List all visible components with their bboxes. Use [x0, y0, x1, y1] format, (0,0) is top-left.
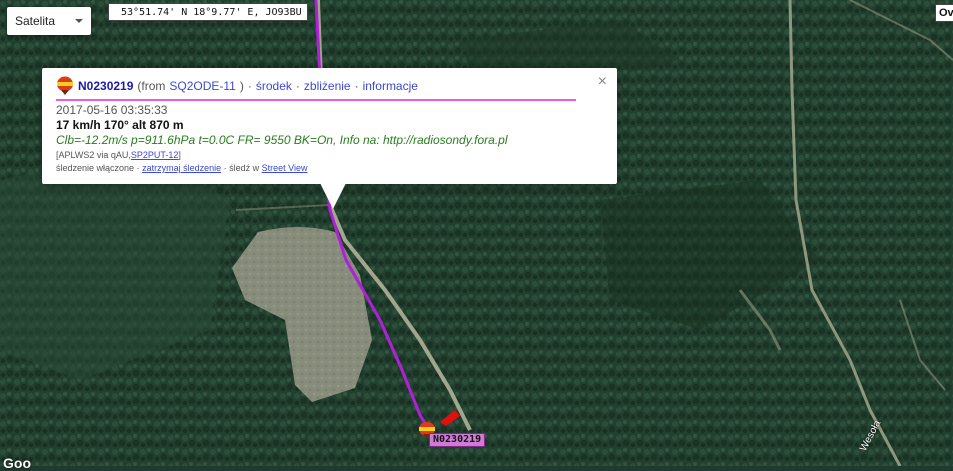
speed-altitude: 17 km/h 170° alt 870 m	[56, 118, 184, 132]
balloon-label[interactable]: N0230219	[429, 433, 486, 447]
balloon-icon	[57, 76, 73, 95]
chevron-down-icon	[75, 19, 83, 23]
path-station-link[interactable]: SP2PUT-12	[131, 150, 179, 160]
info-popup: N0230219 (from SQ2ODE-11) · środek · zbli…	[42, 68, 617, 209]
separator: ·	[247, 79, 252, 93]
packet-path: [APLWS2 via qAU,SP2PUT-12]	[56, 150, 603, 160]
center-link[interactable]: środek	[256, 79, 292, 93]
map-attribution: Goo	[3, 455, 31, 471]
tracking-row: śledzenie włączone · zatrzymaj śledzenie…	[56, 163, 603, 173]
stop-tracking-link[interactable]: zatrzymaj śledzenie	[142, 163, 221, 173]
path-suffix: ]	[178, 150, 181, 160]
info-link[interactable]: informacje	[363, 79, 418, 93]
map-type-label: Satelita	[15, 14, 56, 28]
from-station-link[interactable]: SQ2ODE-11	[169, 79, 235, 93]
street-view-link[interactable]: Street View	[262, 163, 308, 173]
overlay-toggle-button[interactable]: Ov	[935, 4, 953, 22]
separator: ·	[223, 163, 227, 173]
status-comment: Clb=-12.2m/s p=911.6hPa t=0.0C FR= 9550 …	[56, 133, 508, 147]
zoom-link[interactable]: zbliżenie	[304, 79, 351, 93]
streetview-prefix: śledź w	[229, 163, 260, 173]
callsign: N0230219	[78, 79, 134, 93]
separator: ·	[354, 79, 359, 93]
timestamp: 2017-05-16 03:35:33	[56, 103, 168, 117]
coordinates-readout: 53°51.74' N 18°9.77' E, JO93BU	[108, 3, 308, 21]
path-prefix: [APLWS2 via qAU,	[56, 150, 131, 160]
popup-header: N0230219 (from SQ2ODE-11) · środek · zbli…	[56, 76, 576, 101]
popup-pointer	[320, 183, 346, 209]
from-close: )	[239, 79, 244, 93]
close-icon[interactable]: ×	[598, 74, 607, 90]
tracking-status: śledzenie włączone ·	[56, 163, 140, 173]
from-text: (from	[137, 79, 166, 93]
separator: ·	[295, 79, 300, 93]
map-type-select[interactable]: Satelita	[7, 7, 91, 35]
